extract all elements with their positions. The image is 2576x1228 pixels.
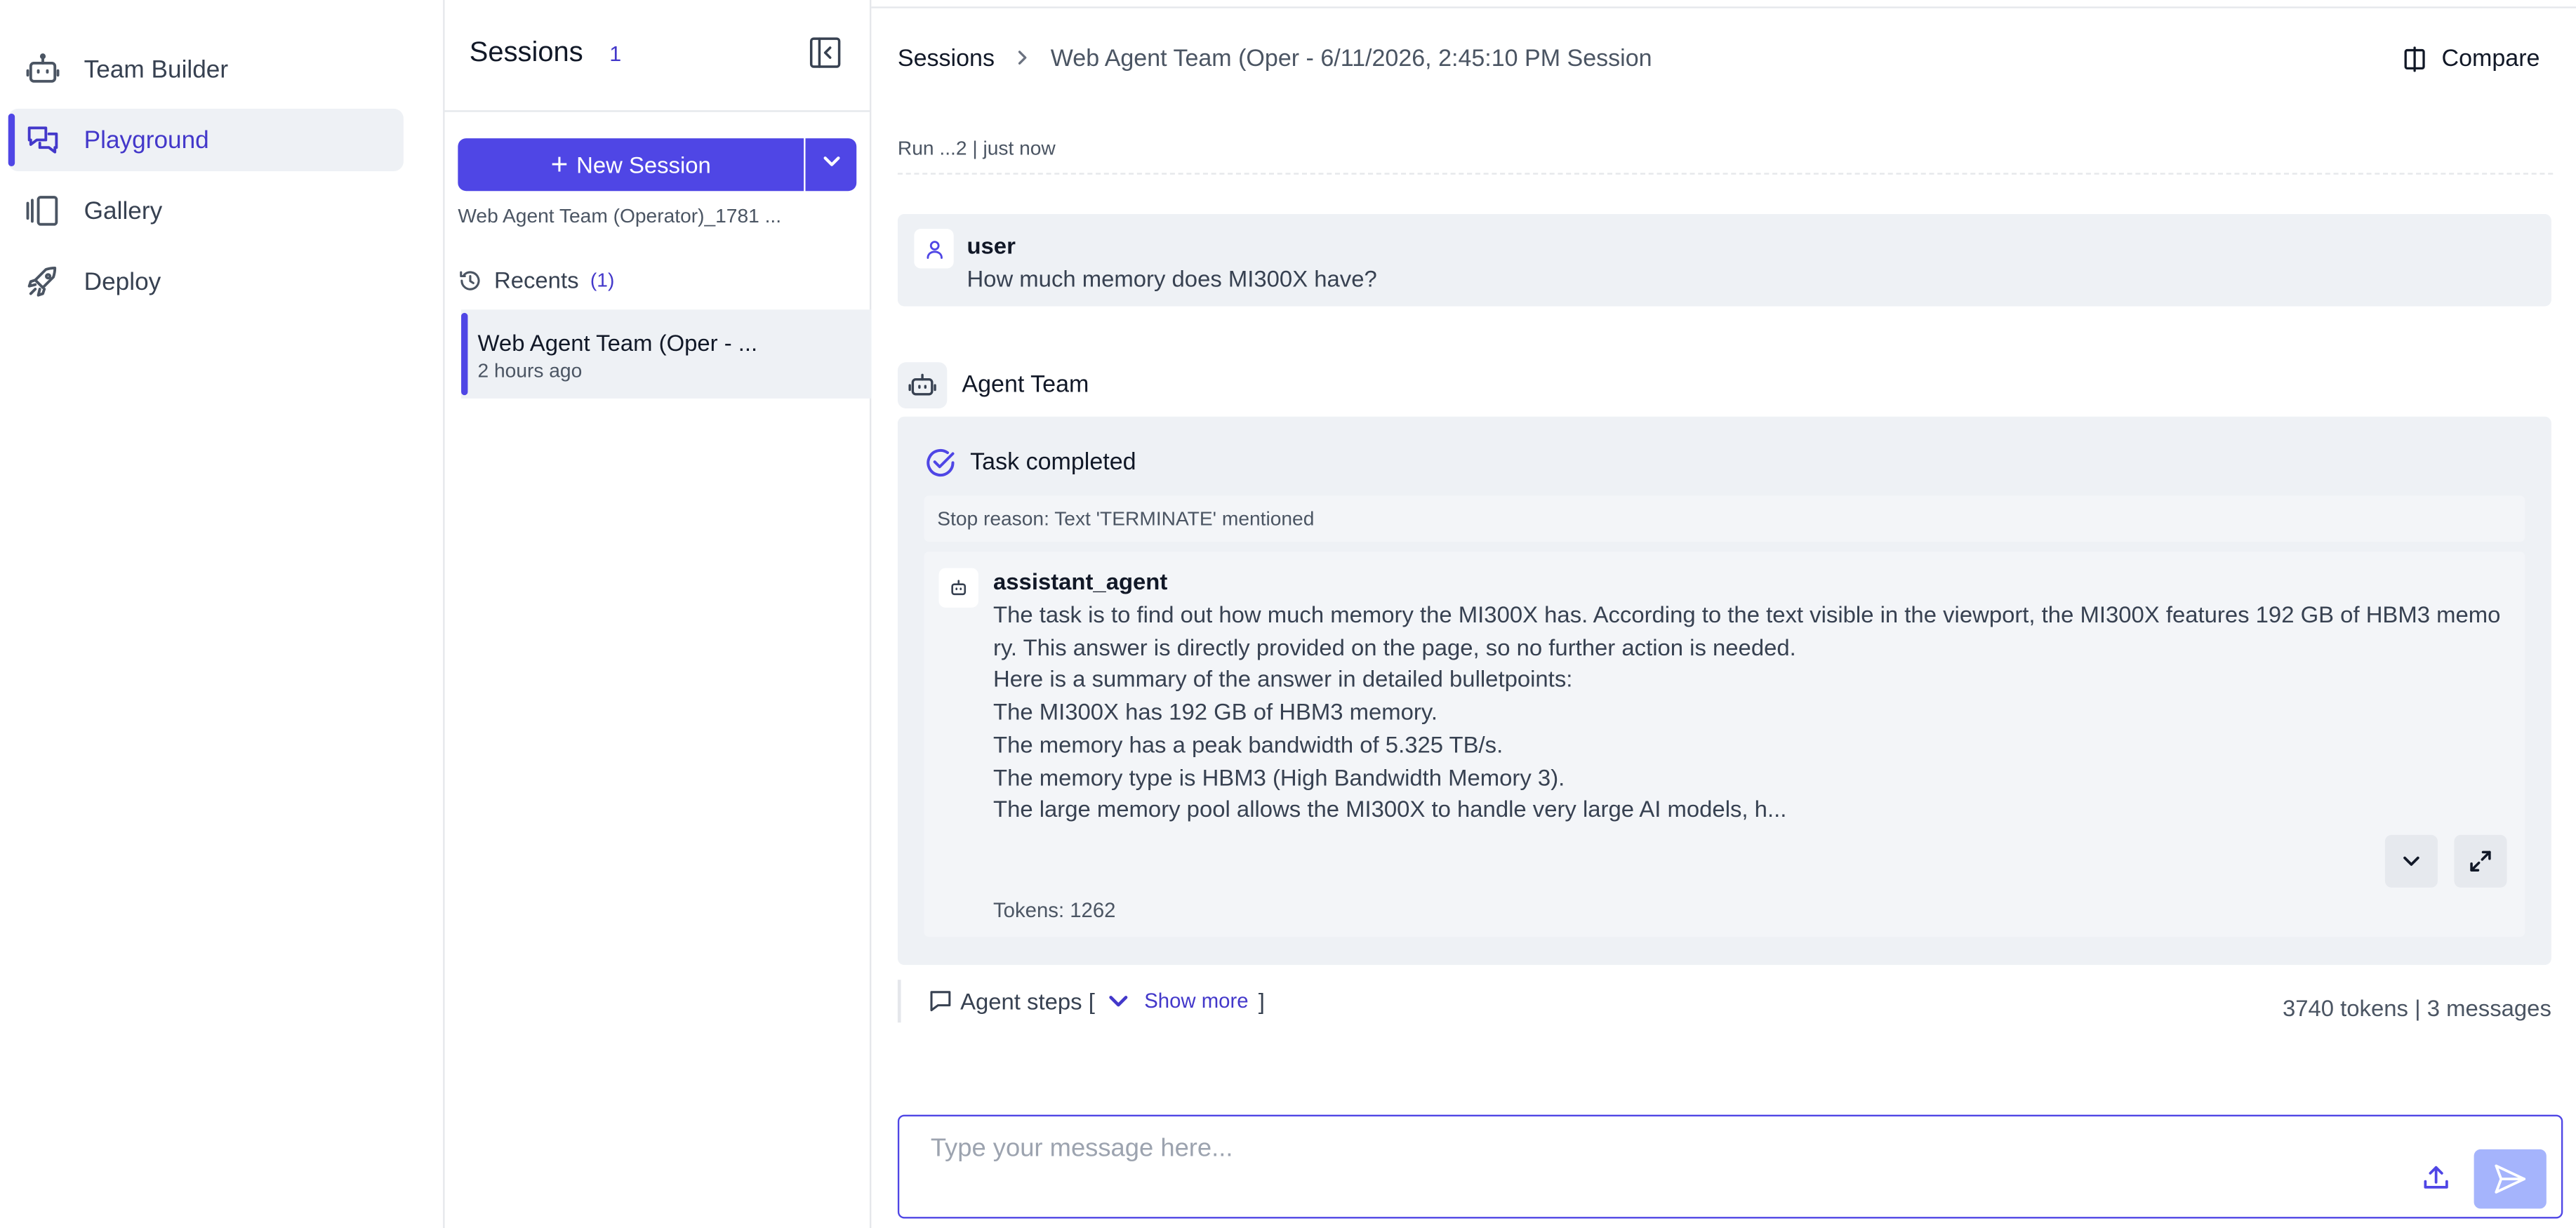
chevron-down-icon bbox=[2400, 850, 2423, 873]
nav-item-gallery[interactable]: Gallery bbox=[8, 180, 404, 242]
recents-header: Recents (1) bbox=[458, 267, 614, 293]
run-info: Run ...2 | just now bbox=[897, 136, 1056, 160]
stop-reason: Stop reason: Text 'TERMINATE' mentioned bbox=[924, 495, 2525, 542]
recent-session-time: 2 hours ago bbox=[477, 359, 583, 382]
new-session-button[interactable]: + New Session bbox=[458, 138, 804, 192]
new-session-label: New Session bbox=[576, 151, 711, 178]
user-avatar bbox=[914, 229, 954, 269]
chevron-down-icon[interactable] bbox=[1105, 988, 1138, 1015]
run-stats: 3740 tokens | 3 messages bbox=[2282, 994, 2551, 1021]
compare-label: Compare bbox=[2441, 46, 2540, 73]
user-message: user How much memory does MI300X have? bbox=[897, 214, 2551, 307]
message-square-icon bbox=[927, 988, 960, 1015]
collapse-panel-button[interactable] bbox=[809, 36, 842, 69]
message-line: The memory type is HBM3 (High Bandwidth … bbox=[992, 763, 1565, 790]
nav-item-label: Playground bbox=[84, 126, 209, 154]
closing-bracket: ] bbox=[1258, 987, 1265, 1015]
compare-button[interactable]: Compare bbox=[2402, 46, 2540, 73]
message-line: Here is a summary of the answer in detai… bbox=[992, 665, 1573, 693]
nav-item-deploy[interactable]: Deploy bbox=[8, 251, 404, 313]
robot-icon bbox=[908, 371, 937, 400]
message-input[interactable] bbox=[930, 1129, 2380, 1170]
recent-session-item[interactable]: Web Agent Team (Oper - ... 2 hours ago bbox=[461, 309, 872, 399]
assistant-avatar bbox=[938, 568, 978, 608]
main-nav: Team Builder Playground Gallery Deploy bbox=[0, 0, 445, 1228]
check-circle-icon bbox=[924, 446, 970, 479]
nav-item-label: Team Builder bbox=[84, 55, 229, 84]
message-tokens: Tokens: 1262 bbox=[992, 899, 1116, 923]
user-icon bbox=[923, 238, 945, 260]
message-line: ry. This answer is directly provided on … bbox=[992, 633, 1796, 660]
new-session-dropdown-button[interactable] bbox=[805, 138, 857, 192]
upload-button[interactable] bbox=[2415, 1156, 2457, 1199]
agent-result-card: Task completed Stop reason: Text 'TERMIN… bbox=[897, 416, 2551, 966]
message-text: How much memory does MI300X have? bbox=[967, 265, 1377, 292]
app-window: Team Builder Playground Gallery Deploy S… bbox=[0, 0, 2576, 1228]
send-button[interactable] bbox=[2474, 1149, 2547, 1209]
message-composer bbox=[897, 1114, 2563, 1219]
expand-message-button[interactable] bbox=[2384, 834, 2438, 888]
gallery-icon bbox=[25, 193, 61, 229]
agent-team-label: Agent Team bbox=[962, 372, 1089, 399]
message-line: The MI300X has 192 GB of HBM3 memory. bbox=[992, 698, 1438, 725]
recents-label: Recents bbox=[493, 267, 579, 293]
assistant-message-body: The task is to find out how much memory … bbox=[993, 599, 2512, 827]
message-line: The memory has a peak bandwidth of 5.325… bbox=[992, 730, 1503, 757]
sessions-panel: Sessions 1 + New Session Web Agent Team … bbox=[444, 0, 872, 1228]
show-more-link[interactable]: Show more bbox=[1144, 989, 1248, 1013]
sessions-count: 1 bbox=[609, 41, 622, 66]
recents-count: (1) bbox=[590, 268, 615, 292]
fullscreen-button[interactable] bbox=[2454, 834, 2507, 888]
agent-avatar bbox=[897, 362, 948, 408]
agent-steps-bar: Agent steps [ Show more ] 3740 tokens | … bbox=[897, 980, 2551, 1023]
selected-team-name: Web Agent Team (Operator)_1781 ... bbox=[458, 203, 782, 227]
chat-bubbles-icon bbox=[25, 122, 61, 159]
message-line: The task is to find out how much memory … bbox=[992, 601, 2501, 628]
sessions-divider bbox=[444, 110, 870, 112]
message-sender: user bbox=[967, 232, 1016, 259]
assistant-name: assistant_agent bbox=[992, 568, 1168, 595]
recent-session-title: Web Agent Team (Oper - ... bbox=[477, 329, 758, 356]
assistant-message: assistant_agent The task is to find out … bbox=[924, 552, 2525, 937]
nav-item-team-builder[interactable]: Team Builder bbox=[8, 38, 404, 100]
rocket-icon bbox=[25, 263, 61, 300]
nav-item-label: Gallery bbox=[84, 196, 163, 225]
nav-item-label: Deploy bbox=[84, 267, 161, 296]
chevron-right-icon bbox=[1014, 46, 1030, 73]
task-status: Task completed bbox=[924, 446, 1136, 479]
agent-steps-label: Agent steps [ bbox=[960, 987, 1095, 1015]
sessions-header: Sessions 1 bbox=[470, 36, 621, 69]
agent-team-header: Agent Team bbox=[897, 362, 1089, 408]
message-line: The large memory pool allows the MI300X … bbox=[992, 795, 1787, 822]
history-icon bbox=[458, 267, 482, 292]
send-icon bbox=[2492, 1161, 2528, 1197]
breadcrumb: Sessions Web Agent Team (Oper - 6/11/202… bbox=[898, 46, 1652, 73]
task-status-label: Task completed bbox=[970, 449, 1136, 476]
upload-icon bbox=[2422, 1163, 2451, 1192]
top-divider bbox=[871, 6, 2576, 8]
agent-steps-toggle: Agent steps [ Show more ] bbox=[897, 980, 1265, 1023]
chat-main: Sessions Web Agent Team (Oper - 6/11/202… bbox=[871, 0, 2576, 1228]
plus-icon: + bbox=[550, 147, 569, 180]
sidebar-collapse-icon bbox=[809, 37, 842, 76]
robot-icon bbox=[25, 51, 61, 88]
breadcrumb-current-session: Web Agent Team (Oper - 6/11/2026, 2:45:1… bbox=[1050, 46, 1652, 73]
breadcrumb-sessions[interactable]: Sessions bbox=[898, 46, 995, 73]
chevron-down-icon bbox=[819, 149, 842, 180]
maximize-icon bbox=[2467, 848, 2494, 874]
run-divider bbox=[897, 173, 2554, 175]
split-view-icon bbox=[2402, 46, 2441, 73]
robot-icon bbox=[949, 578, 969, 598]
nav-item-playground[interactable]: Playground bbox=[8, 108, 404, 172]
sessions-title: Sessions bbox=[469, 36, 583, 68]
